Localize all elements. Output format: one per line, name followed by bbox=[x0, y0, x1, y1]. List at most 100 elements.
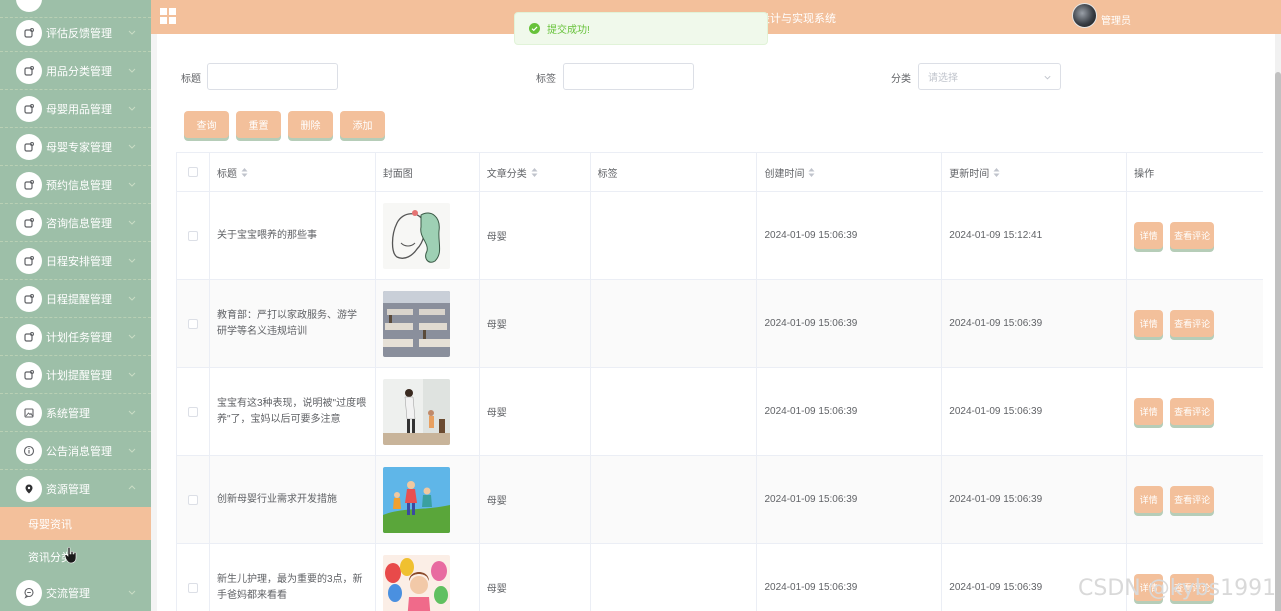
table-row: 创新母婴行业需求开发措施 母婴 2024-01-09 15:06:39 2024… bbox=[177, 456, 1263, 544]
submenu-item-maternal-news[interactable]: 母婴资讯 bbox=[0, 507, 151, 540]
chevron-down-icon bbox=[128, 144, 136, 149]
row-checkbox[interactable] bbox=[187, 406, 198, 417]
row-checkbox[interactable] bbox=[187, 318, 198, 329]
sidebar-item-label: 评估反馈管理 bbox=[46, 27, 112, 40]
hand-cursor-icon bbox=[64, 546, 77, 564]
column-header-cover: 封面图 bbox=[376, 153, 480, 191]
chevron-down-icon bbox=[1044, 75, 1051, 80]
row-checkbox[interactable] bbox=[187, 582, 198, 593]
tag-search-input[interactable] bbox=[563, 63, 694, 90]
sidebar-item-label: 计划任务管理 bbox=[46, 331, 112, 344]
sort-icon[interactable] bbox=[993, 167, 1000, 177]
header-label: 创建时间 bbox=[764, 168, 805, 180]
column-header-updated[interactable]: 更新时间 bbox=[942, 153, 1128, 191]
chat-icon bbox=[16, 579, 42, 606]
sidebar-item-appointments[interactable]: 预约信息管理 bbox=[0, 166, 151, 204]
submenu-item-news-category[interactable]: 资讯分类 bbox=[0, 540, 151, 573]
select-all-checkbox[interactable] bbox=[187, 167, 198, 177]
header-label: 封面图 bbox=[382, 168, 413, 180]
app-icon bbox=[16, 0, 42, 12]
detail-button[interactable]: 详情 bbox=[1134, 398, 1164, 425]
sidebar-item-communication[interactable]: 交流管理 bbox=[0, 574, 151, 611]
add-button[interactable]: 添加 bbox=[340, 111, 385, 138]
view-comments-button[interactable]: 查看评论 bbox=[1170, 486, 1215, 513]
view-comments-button[interactable]: 查看评论 bbox=[1170, 310, 1215, 337]
location-pin-icon bbox=[16, 475, 42, 502]
chevron-down-icon bbox=[128, 448, 136, 453]
row-updated: 2024-01-09 15:06:39 bbox=[949, 494, 1043, 505]
table-header-row: 标题 封面图 文章分类 标签 创建时间 更新时间 操作 bbox=[177, 153, 1263, 192]
sidebar-item-feedback[interactable]: 评估反馈管理 bbox=[0, 14, 151, 52]
column-header-category[interactable]: 文章分类 bbox=[480, 153, 591, 191]
column-header-created[interactable]: 创建时间 bbox=[757, 153, 943, 191]
row-category: 母婴 bbox=[486, 408, 507, 419]
cover-image bbox=[382, 202, 450, 269]
sidebar-item-schedule-reminders[interactable]: 日程提醒管理 bbox=[0, 280, 151, 318]
scrollbar-thumb[interactable] bbox=[1275, 72, 1281, 611]
detail-button[interactable]: 详情 bbox=[1134, 486, 1164, 513]
sidebar-item-consultations[interactable]: 咨询信息管理 bbox=[0, 204, 151, 242]
sidebar-item-resources[interactable]: 资源管理 bbox=[0, 470, 151, 508]
sidebar-item-plan-reminders[interactable]: 计划提醒管理 bbox=[0, 356, 151, 394]
user-name[interactable]: 管理员 bbox=[1101, 12, 1131, 27]
sort-icon[interactable] bbox=[531, 167, 538, 177]
cover-image bbox=[382, 378, 450, 445]
chevron-down-icon bbox=[128, 106, 136, 111]
sort-icon[interactable] bbox=[241, 167, 248, 177]
sidebar-item-announcements[interactable]: 公告消息管理 bbox=[0, 432, 151, 470]
header-label: 标题 bbox=[216, 168, 237, 180]
sidebar-item-system[interactable]: 系统管理 bbox=[0, 394, 151, 432]
row-checkbox[interactable] bbox=[187, 494, 198, 505]
info-icon bbox=[16, 437, 42, 464]
title-search-label: 标题 bbox=[181, 74, 201, 85]
row-title: 创新母婴行业需求开发措施 bbox=[216, 493, 337, 505]
sidebar-item-supplies[interactable]: 母婴用品管理 bbox=[0, 90, 151, 128]
row-title: 关于宝宝喂养的那些事 bbox=[216, 229, 317, 241]
sidebar-item-label: 日程提醒管理 bbox=[46, 293, 112, 306]
sort-icon[interactable] bbox=[808, 167, 815, 177]
title-search-input[interactable] bbox=[207, 63, 338, 90]
table-row: 关于宝宝喂养的那些事 母婴 2024-01-09 15:06:39 2024-0… bbox=[177, 192, 1263, 280]
avatar[interactable] bbox=[1072, 3, 1097, 28]
app-icon bbox=[16, 323, 42, 350]
app-icon bbox=[16, 95, 42, 122]
chevron-down-icon bbox=[128, 220, 136, 225]
sidebar-item-experts[interactable]: 母婴专家管理 bbox=[0, 128, 151, 166]
sidebar-item-label: 交流管理 bbox=[46, 587, 90, 600]
row-checkbox[interactable] bbox=[187, 230, 198, 241]
chevron-up-icon bbox=[128, 485, 136, 490]
sidebar-item-plan-tasks[interactable]: 计划任务管理 bbox=[0, 318, 151, 356]
sidebar-item-label: 系统管理 bbox=[46, 407, 90, 420]
view-comments-button[interactable]: 查看评论 bbox=[1170, 398, 1215, 425]
chevron-down-icon bbox=[128, 68, 136, 73]
column-header-tags: 标签 bbox=[591, 153, 758, 191]
sidebar-item-schedule[interactable]: 日程安排管理 bbox=[0, 242, 151, 280]
sidebar-item-label: 用品分类管理 bbox=[46, 65, 112, 78]
row-created: 2024-01-09 15:06:39 bbox=[764, 230, 858, 241]
reset-button[interactable]: 重置 bbox=[236, 111, 281, 138]
sidebar-item-label: 资源管理 bbox=[46, 483, 90, 496]
chevron-down-icon bbox=[128, 410, 136, 415]
delete-button[interactable]: 删除 bbox=[288, 111, 333, 138]
row-category: 母婴 bbox=[486, 584, 507, 595]
toast-message: 提交成功! bbox=[547, 25, 590, 36]
success-toast: 提交成功! bbox=[514, 12, 768, 45]
view-comments-button[interactable]: 查看评论 bbox=[1170, 222, 1215, 249]
column-header-title[interactable]: 标题 bbox=[210, 153, 376, 191]
detail-button[interactable]: 详情 bbox=[1134, 222, 1164, 249]
grid-menu-icon[interactable] bbox=[160, 8, 176, 24]
sidebar-item-label: 母婴专家管理 bbox=[46, 141, 112, 154]
query-button[interactable]: 查询 bbox=[184, 111, 229, 138]
category-select[interactable]: 请选择 bbox=[918, 63, 1061, 90]
chevron-down-icon bbox=[128, 590, 136, 595]
sidebar-item-label: 公告消息管理 bbox=[46, 445, 112, 458]
chevron-down-icon bbox=[128, 372, 136, 377]
row-created: 2024-01-09 15:06:39 bbox=[764, 406, 858, 417]
sidebar-item-supply-category[interactable]: 用品分类管理 bbox=[0, 52, 151, 90]
row-created: 2024-01-09 15:06:39 bbox=[764, 582, 858, 593]
detail-button[interactable]: 详情 bbox=[1134, 310, 1164, 337]
chevron-down-icon bbox=[128, 334, 136, 339]
scrollbar-track[interactable] bbox=[1275, 34, 1281, 611]
row-updated: 2024-01-09 15:06:39 bbox=[949, 406, 1043, 417]
watermark: CSDN @kybs1991 bbox=[1078, 576, 1277, 601]
